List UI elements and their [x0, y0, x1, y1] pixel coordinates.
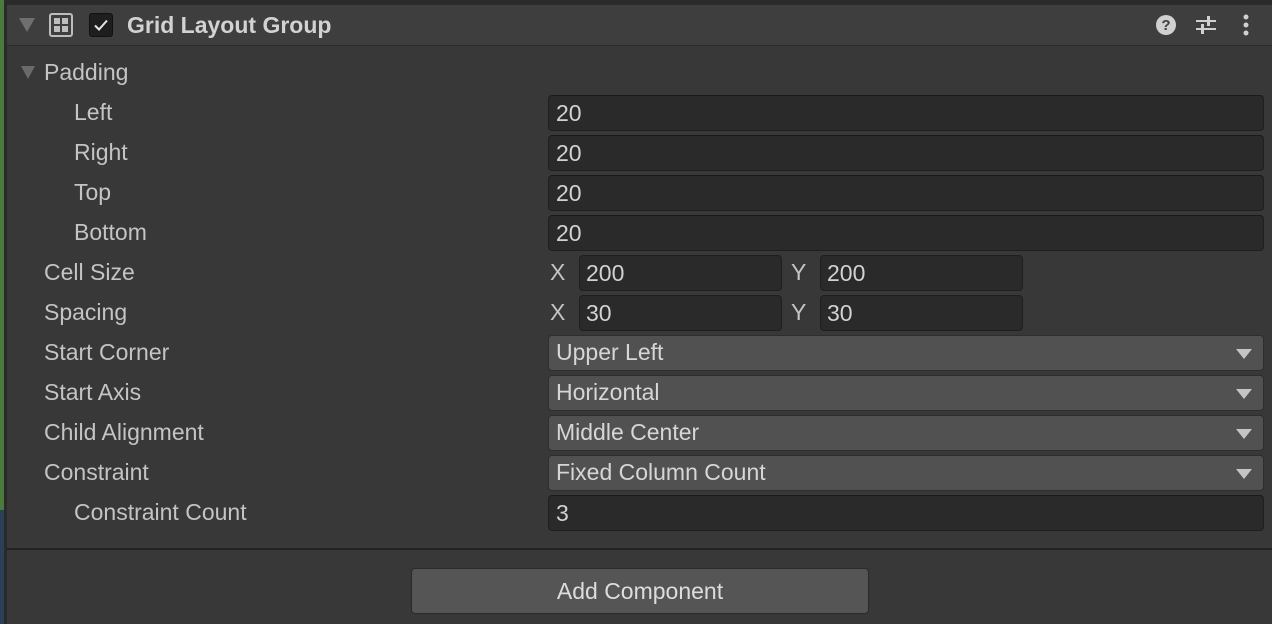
spacing-y-label[interactable]: Y — [791, 299, 806, 325]
padding-right-label: Right — [74, 139, 128, 165]
padding-right-row: Right 20 — [7, 133, 1272, 173]
dropdown-arrow-icon — [1236, 349, 1252, 359]
padding-left-field[interactable]: 20 — [548, 95, 1264, 131]
start-corner-value: Upper Left — [556, 339, 664, 365]
constraint-label: Constraint — [44, 459, 149, 485]
svg-text:?: ? — [1161, 17, 1170, 34]
component-title: Grid Layout Group — [127, 12, 332, 38]
dropdown-arrow-icon — [1236, 429, 1252, 439]
spacing-y-field[interactable]: 30 — [820, 295, 1023, 331]
start-corner-dropdown[interactable]: Upper Left — [548, 335, 1264, 371]
padding-right-field[interactable]: 20 — [548, 135, 1264, 171]
edge-accent — [0, 0, 4, 510]
grid-layout-icon — [49, 13, 73, 37]
start-axis-value: Horizontal — [556, 379, 660, 405]
start-axis-dropdown[interactable]: Horizontal — [548, 375, 1264, 411]
constraint-count-label: Constraint Count — [74, 499, 247, 525]
padding-bottom-label: Bottom — [74, 219, 147, 245]
checkmark-icon — [94, 19, 108, 31]
child-alignment-value: Middle Center — [556, 419, 700, 445]
constraint-dropdown[interactable]: Fixed Column Count — [548, 455, 1264, 491]
cell-size-x-label[interactable]: X — [550, 259, 565, 285]
padding-left-row: Left 20 — [7, 93, 1272, 133]
cell-size-y-field[interactable]: 200 — [820, 255, 1023, 291]
padding-bottom-field[interactable]: 20 — [548, 215, 1264, 251]
foldout-arrow-icon[interactable] — [19, 18, 35, 32]
constraint-count-field[interactable]: 3 — [548, 495, 1264, 531]
padding-top-label: Top — [74, 179, 112, 205]
padding-top-row: Top 20 — [7, 173, 1272, 213]
padding-bottom-row: Bottom 20 — [7, 213, 1272, 253]
add-component-button[interactable]: Add Component — [411, 568, 869, 614]
padding-label: Padding — [44, 59, 129, 85]
cell-size-x-field[interactable]: 200 — [579, 255, 782, 291]
start-corner-row: Start Corner Upper Left — [7, 333, 1272, 373]
window-left-edge — [0, 0, 7, 624]
dropdown-arrow-icon — [1236, 389, 1252, 399]
cell-size-label: Cell Size — [44, 259, 135, 285]
cell-size-y-label[interactable]: Y — [791, 259, 806, 285]
constraint-value: Fixed Column Count — [556, 459, 766, 485]
component-header[interactable]: Grid Layout Group ? — [7, 5, 1272, 46]
child-alignment-dropdown[interactable]: Middle Center — [548, 415, 1264, 451]
cell-size-row: Cell Size X 200 Y 200 — [7, 253, 1272, 293]
spacing-x-field[interactable]: 30 — [579, 295, 782, 331]
padding-foldout-arrow-icon[interactable] — [21, 66, 35, 79]
more-icon[interactable] — [1234, 13, 1258, 37]
padding-foldout[interactable]: Padding — [7, 53, 1272, 93]
help-icon[interactable]: ? — [1154, 13, 1178, 37]
component-divider — [7, 548, 1272, 550]
child-alignment-row: Child Alignment Middle Center — [7, 413, 1272, 453]
child-alignment-label: Child Alignment — [44, 419, 204, 445]
dropdown-arrow-icon — [1236, 469, 1252, 479]
component-enabled-checkbox[interactable] — [89, 13, 113, 37]
spacing-x-label[interactable]: X — [550, 299, 565, 325]
constraint-count-row: Constraint Count 3 — [7, 493, 1272, 533]
presets-icon[interactable] — [1194, 13, 1218, 37]
spacing-row: Spacing X 30 Y 30 — [7, 293, 1272, 333]
edge-accent-lower — [0, 510, 4, 624]
spacing-label: Spacing — [44, 299, 128, 325]
start-axis-row: Start Axis Horizontal — [7, 373, 1272, 413]
padding-left-label: Left — [74, 99, 113, 125]
start-corner-label: Start Corner — [44, 339, 170, 365]
start-axis-label: Start Axis — [44, 379, 142, 405]
constraint-row: Constraint Fixed Column Count — [7, 453, 1272, 493]
padding-top-field[interactable]: 20 — [548, 175, 1264, 211]
